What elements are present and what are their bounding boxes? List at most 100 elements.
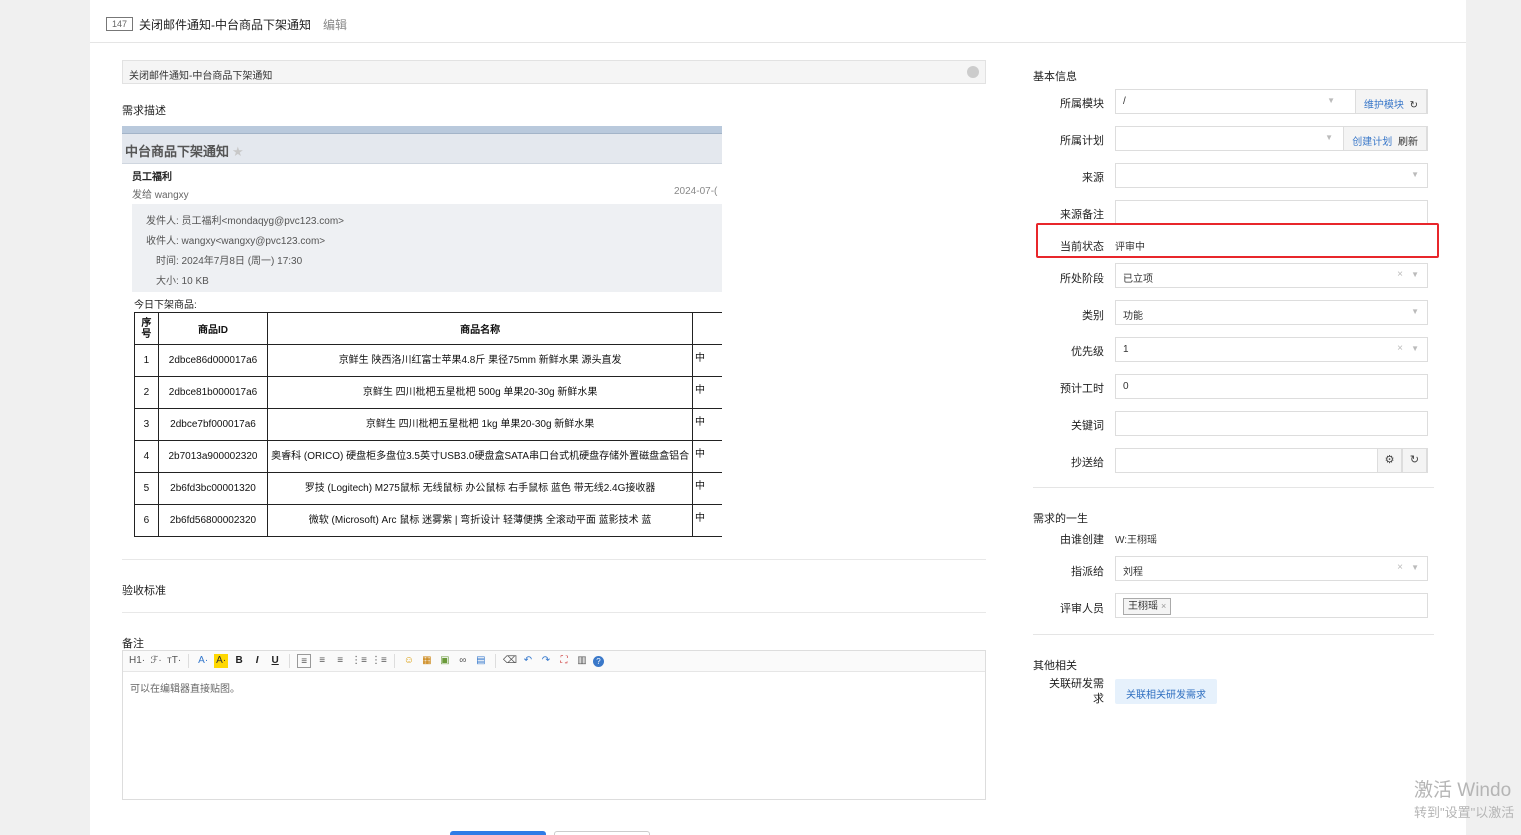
breadcrumb: 147 关闭邮件通知-中台商品下架通知 › 编辑: [90, 8, 1466, 43]
image-icon[interactable]: ▦: [420, 654, 434, 668]
module-label: 所属模块: [1060, 98, 1104, 110]
cell-more: 中: [691, 408, 722, 441]
bold-button[interactable]: B: [232, 654, 246, 668]
related-label-line1: 关联研发需: [1049, 678, 1104, 690]
refresh-icon[interactable]: ↻: [1402, 448, 1427, 473]
source-select[interactable]: ▼: [1115, 163, 1428, 188]
assigned-select[interactable]: 刘程 × ▼: [1115, 556, 1428, 581]
clear-icon[interactable]: ×: [1397, 343, 1403, 354]
chevron-down-icon: ▼: [1327, 96, 1335, 105]
highlight-color-button[interactable]: A·: [214, 654, 229, 668]
category-value: 功能: [1123, 311, 1143, 322]
font-family-button[interactable]: ℱ·: [149, 654, 163, 668]
mail-intro: 今日下架商品:: [134, 300, 197, 311]
estimate-input[interactable]: 0: [1115, 374, 1428, 399]
cell-name: 微软 (Microsoft) Arc 鼠标 迷雾紫 | 弯折设计 轻薄便携 全滚…: [267, 504, 693, 537]
cell-name: 罗技 (Logitech) M275鼠标 无线鼠标 办公鼠标 右手鼠标 蓝色 带…: [267, 472, 693, 505]
color-picker-icon[interactable]: [967, 66, 979, 78]
refresh-plan-button[interactable]: 刷新: [1398, 137, 1418, 148]
undo-icon[interactable]: ↶: [521, 654, 535, 668]
divider: [122, 559, 986, 560]
star-icon: ★: [232, 145, 244, 160]
plan-addon: 创建计划 刷新: [1343, 126, 1427, 151]
cell-name: 京鲜生 四川枇杷五星枇杷 500g 单果20-30g 新鲜水果: [267, 376, 693, 409]
priority-value: 1: [1123, 344, 1129, 355]
divider: [122, 612, 986, 613]
mail-date: 2024-07-(: [674, 186, 718, 197]
fullscreen-icon[interactable]: ⛶: [557, 654, 571, 668]
link-related-stories-button[interactable]: 关联相关研发需求: [1115, 679, 1217, 704]
cell-name: 京鲜生 四川枇杷五星枇杷 1kg 单果20-30g 新鲜水果: [267, 408, 693, 441]
title-input[interactable]: 关闭邮件通知-中台商品下架通知: [122, 60, 986, 84]
emoji-icon[interactable]: ☺: [402, 654, 416, 668]
plan-select[interactable]: ▼ 创建计划 刷新: [1115, 126, 1428, 151]
help-icon[interactable]: ?: [592, 655, 604, 667]
breadcrumb-story-title[interactable]: 关闭邮件通知-中台商品下架通知: [139, 16, 311, 33]
acceptance-label: 验收标准: [122, 585, 166, 597]
cell-seq: 5: [134, 472, 159, 505]
italic-button[interactable]: I: [250, 654, 264, 668]
email-screenshot-image: 中台商品下架通知 ★ 员工福利 发给 wangxy 2024-07-( 发件人: …: [122, 126, 722, 538]
table-row: 1 2dbce86d000017a6 京鲜生 陕西洛川红富士苹果4.8斤 果径7…: [134, 344, 722, 377]
remove-icon[interactable]: ×: [1161, 601, 1166, 611]
remarks-editor[interactable]: 可以在编辑器直接贴图。: [122, 671, 986, 800]
source-code-icon[interactable]: ▥: [575, 654, 589, 668]
mail-recipient: 发给 wangxy: [132, 190, 189, 201]
gear-icon[interactable]: ⚙: [1377, 448, 1402, 473]
unordered-list-button[interactable]: ⋮≡: [371, 654, 387, 668]
source-note-input[interactable]: [1115, 200, 1428, 225]
font-color-button[interactable]: A·: [196, 654, 210, 668]
stage-select[interactable]: 已立项 × ▼: [1115, 263, 1428, 288]
toolbar-separator: [393, 654, 395, 668]
clear-format-icon[interactable]: ⌫: [503, 654, 517, 668]
font-size-button[interactable]: ᴛT·: [167, 654, 181, 668]
clear-icon[interactable]: ×: [1397, 269, 1403, 280]
mail-meta: 发件人: 员工福利<mondaqyg@pvc123.com> 收件人: wang…: [132, 204, 722, 292]
back-button[interactable]: [554, 831, 650, 835]
module-select[interactable]: / ▼ 维护模块 ↻: [1115, 89, 1428, 114]
other-title: 其他相关: [1033, 660, 1077, 672]
create-plan-button[interactable]: 创建计划: [1352, 137, 1392, 148]
reviewer-select[interactable]: 王栩瑶 ×: [1115, 593, 1428, 618]
mail-meta-size: 大小: 10 KB: [156, 276, 209, 287]
reviewer-label: 评审人员: [1060, 603, 1104, 615]
page: 147 关闭邮件通知-中台商品下架通知 › 编辑 关闭邮件通知-中台商品下架通知…: [90, 0, 1466, 835]
chevron-down-icon: ▼: [1411, 307, 1419, 316]
keywords-input[interactable]: [1115, 411, 1428, 436]
maintain-module-button[interactable]: 维护模块 ↻: [1354, 89, 1427, 114]
creator-label: 由谁创建: [1060, 534, 1104, 546]
media-icon[interactable]: ▣: [438, 654, 452, 668]
align-center-button[interactable]: ≡: [315, 654, 329, 668]
table-row: 3 2dbce7bf000017a6 京鲜生 四川枇杷五星枇杷 1kg 单果20…: [134, 408, 722, 441]
cc-select[interactable]: ⚙ ↻: [1115, 448, 1428, 473]
col-id: 商品ID: [157, 312, 269, 345]
related-label-line2: 求: [1093, 693, 1104, 705]
heading-button[interactable]: H1·: [129, 654, 145, 668]
table-row: 2 2dbce81b000017a6 京鲜生 四川枇杷五星枇杷 500g 单果2…: [134, 376, 722, 409]
editor-placeholder: 可以在编辑器直接贴图。: [130, 684, 240, 695]
refresh-icon[interactable]: ↻: [1410, 100, 1418, 111]
redo-icon[interactable]: ↷: [539, 654, 553, 668]
stage-label: 所处阶段: [1060, 273, 1104, 285]
save-button[interactable]: [450, 831, 546, 835]
divider: [1033, 634, 1434, 635]
table-icon[interactable]: ▤: [474, 654, 488, 668]
cell-id: 2dbce7bf000017a6: [157, 408, 269, 441]
goods-table: 序号 商品ID 商品名称 1 2dbce86d000017a6 京鲜生 陕西洛川…: [134, 312, 722, 537]
align-left-button[interactable]: ≡: [297, 654, 312, 668]
col-more: [691, 312, 722, 345]
clear-icon[interactable]: ×: [1397, 562, 1403, 573]
priority-select[interactable]: 1 × ▼: [1115, 337, 1428, 362]
lifecycle-title: 需求的一生: [1033, 513, 1088, 525]
cell-seq: 3: [134, 408, 159, 441]
cell-more: 中: [691, 376, 722, 409]
align-right-button[interactable]: ≡: [333, 654, 347, 668]
category-select[interactable]: 功能 ▼: [1115, 300, 1428, 325]
underline-button[interactable]: U: [268, 654, 282, 668]
link-icon[interactable]: ∞: [456, 654, 470, 668]
ordered-list-button[interactable]: ⋮≡: [351, 654, 367, 668]
cc-addons: ⚙ ↻: [1377, 448, 1427, 473]
source-label: 来源: [1082, 172, 1104, 184]
story-id-badge: 147: [106, 17, 134, 31]
cell-seq: 6: [134, 504, 159, 537]
